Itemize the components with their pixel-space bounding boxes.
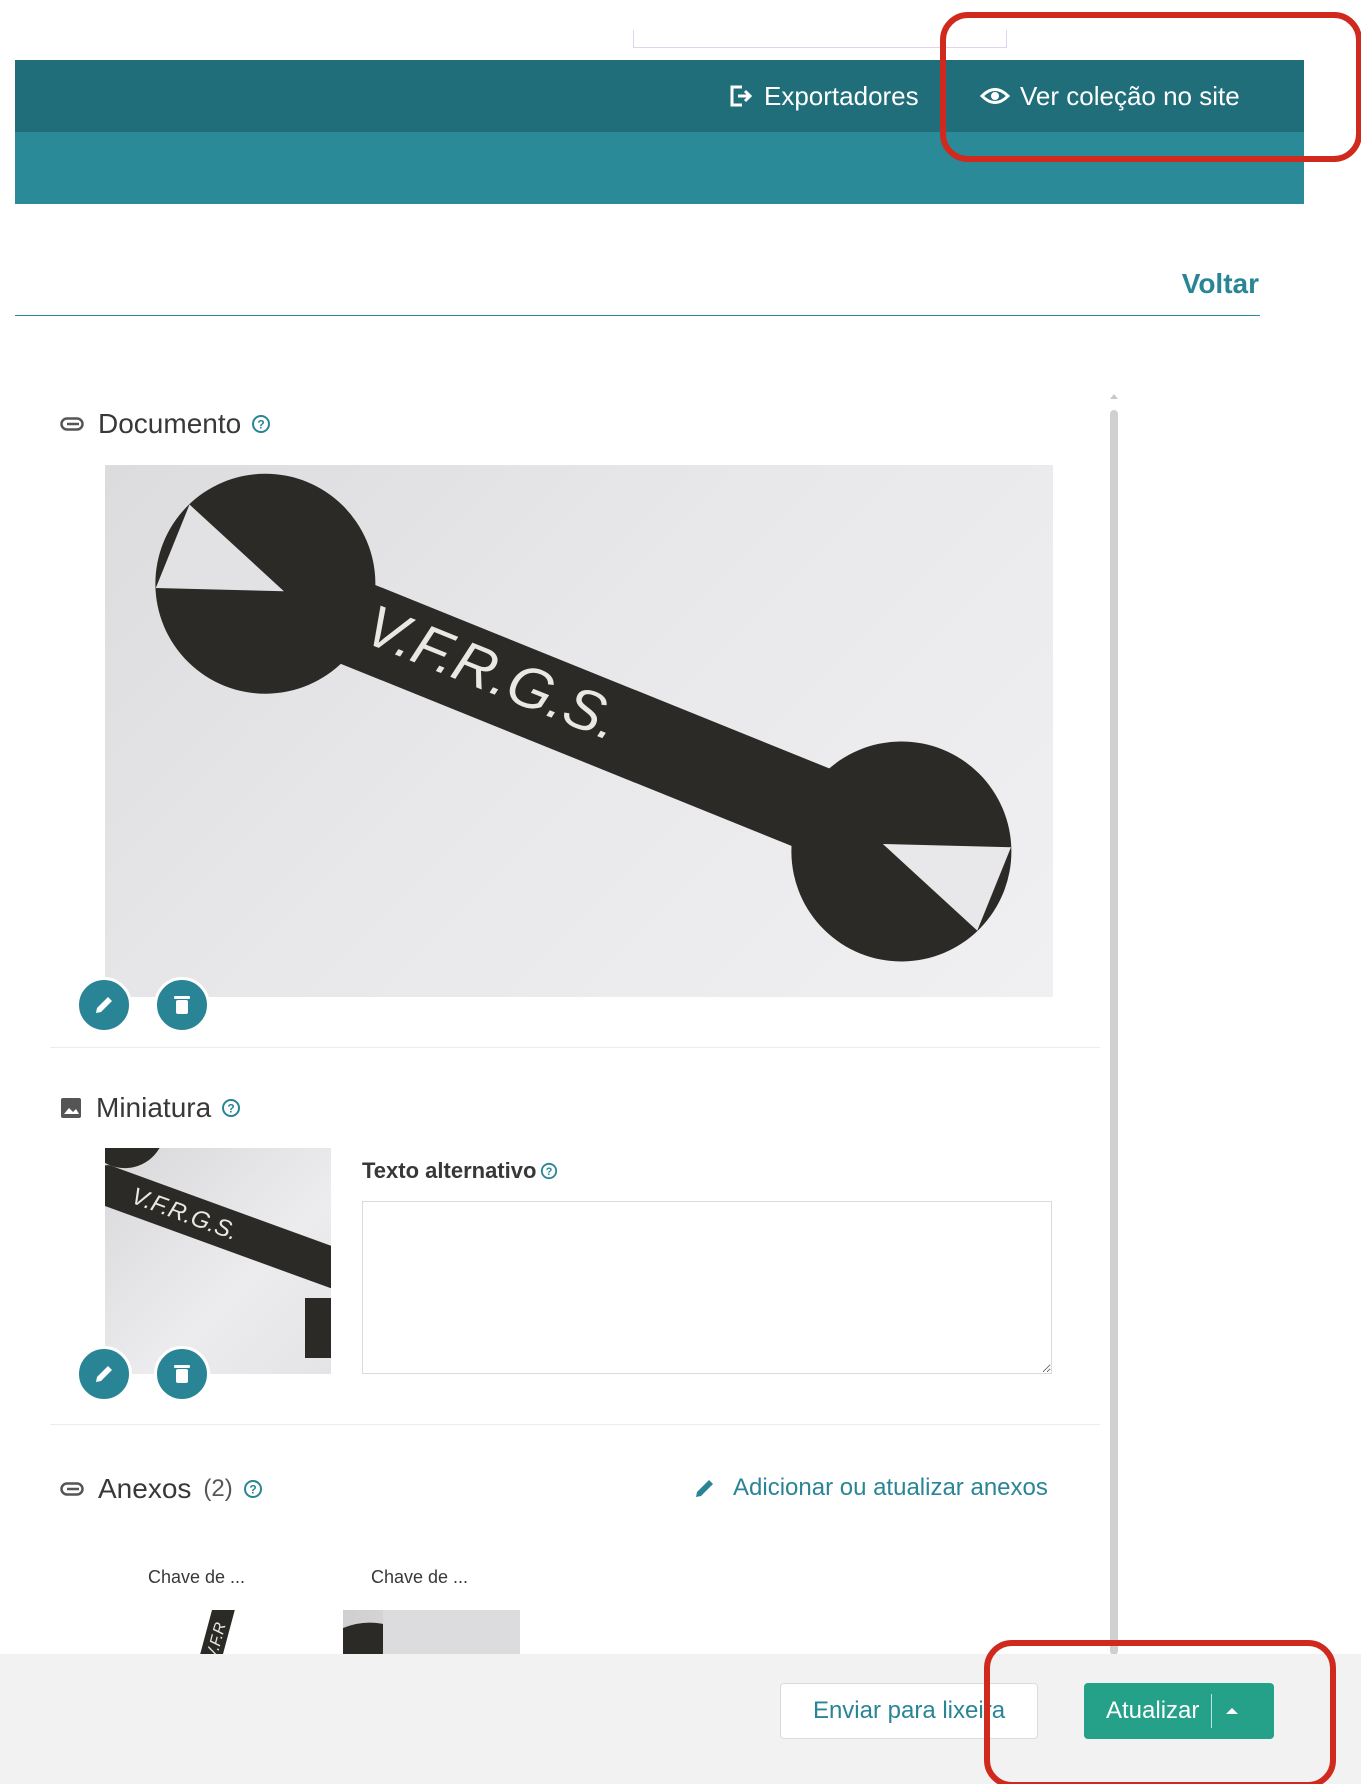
paperclip-icon: [60, 1482, 84, 1496]
help-icon[interactable]: ?: [243, 1479, 263, 1499]
help-icon[interactable]: ?: [221, 1098, 241, 1118]
anexos-heading: Anexos (2) ?: [60, 1473, 263, 1505]
alt-text-heading: Texto alternativo ?: [362, 1158, 558, 1184]
svg-text:?: ?: [258, 418, 265, 432]
svg-text:?: ?: [228, 1102, 235, 1116]
anexos-count: (2): [203, 1475, 233, 1502]
alt-text-label: Texto alternativo: [362, 1158, 537, 1183]
svg-text:?: ?: [249, 1483, 256, 1497]
scrollbar-thumb[interactable]: [1110, 410, 1118, 1655]
pencil-icon: [696, 1480, 713, 1497]
attachment-name[interactable]: Chave de ...: [148, 1567, 245, 1588]
attachment-name[interactable]: Chave de ...: [371, 1567, 468, 1588]
voltar-divider: [15, 315, 1260, 316]
attachment-image: V.F.R: [196, 1610, 240, 1658]
thumbnail-image[interactable]: V.F.R.G.S.: [105, 1148, 331, 1374]
documento-title: Documento: [98, 408, 242, 439]
document-image[interactable]: V.F.R.G.S.: [105, 465, 1053, 997]
image-icon: [60, 1097, 82, 1119]
add-update-attachments-link[interactable]: Adicionar ou atualizar anexos: [693, 1474, 1048, 1502]
section-divider: [50, 1047, 1100, 1048]
paperclip-icon: [60, 417, 84, 431]
wrench-image: V.F.R.G.S.: [155, 473, 1012, 962]
scroll-up-arrow[interactable]: [1110, 394, 1118, 399]
voltar-link[interactable]: Voltar: [1182, 268, 1259, 300]
edit-thumbnail-button[interactable]: [76, 1346, 132, 1402]
documento-heading: Documento ?: [60, 408, 271, 440]
exportadores-link[interactable]: Exportadores: [728, 78, 919, 114]
highlight-box: [940, 12, 1361, 162]
delete-thumbnail-button[interactable]: [154, 1346, 210, 1402]
add-update-attachments-label: Adicionar ou atualizar anexos: [733, 1474, 1048, 1501]
svg-text:?: ?: [546, 1166, 553, 1178]
alt-text-input[interactable]: [362, 1201, 1052, 1374]
wrench-thumbnail: V.F.R.G.S.: [105, 1148, 331, 1358]
attachment-thumbnail[interactable]: [343, 1610, 520, 1658]
trash-icon: [174, 996, 190, 1014]
pencil-icon: [96, 997, 112, 1013]
miniatura-title: Miniatura: [96, 1092, 212, 1123]
edit-document-button[interactable]: [76, 977, 132, 1033]
highlight-box: [984, 1640, 1336, 1784]
attachment-thumbnail[interactable]: V.F.R: [196, 1610, 240, 1658]
export-icon: [730, 85, 753, 107]
anexos-title: Anexos: [98, 1473, 192, 1504]
help-icon[interactable]: ?: [540, 1162, 558, 1180]
delete-document-button[interactable]: [154, 977, 210, 1033]
section-divider: [50, 1424, 1100, 1425]
help-icon[interactable]: ?: [251, 414, 271, 434]
pencil-icon: [96, 1366, 112, 1382]
exportadores-label: Exportadores: [764, 80, 919, 111]
page: Exportadores Ver coleção no site Voltar …: [0, 0, 1361, 1784]
miniatura-heading: Miniatura ?: [60, 1092, 241, 1124]
trash-icon: [174, 1365, 190, 1383]
attachment-image: [343, 1610, 520, 1658]
